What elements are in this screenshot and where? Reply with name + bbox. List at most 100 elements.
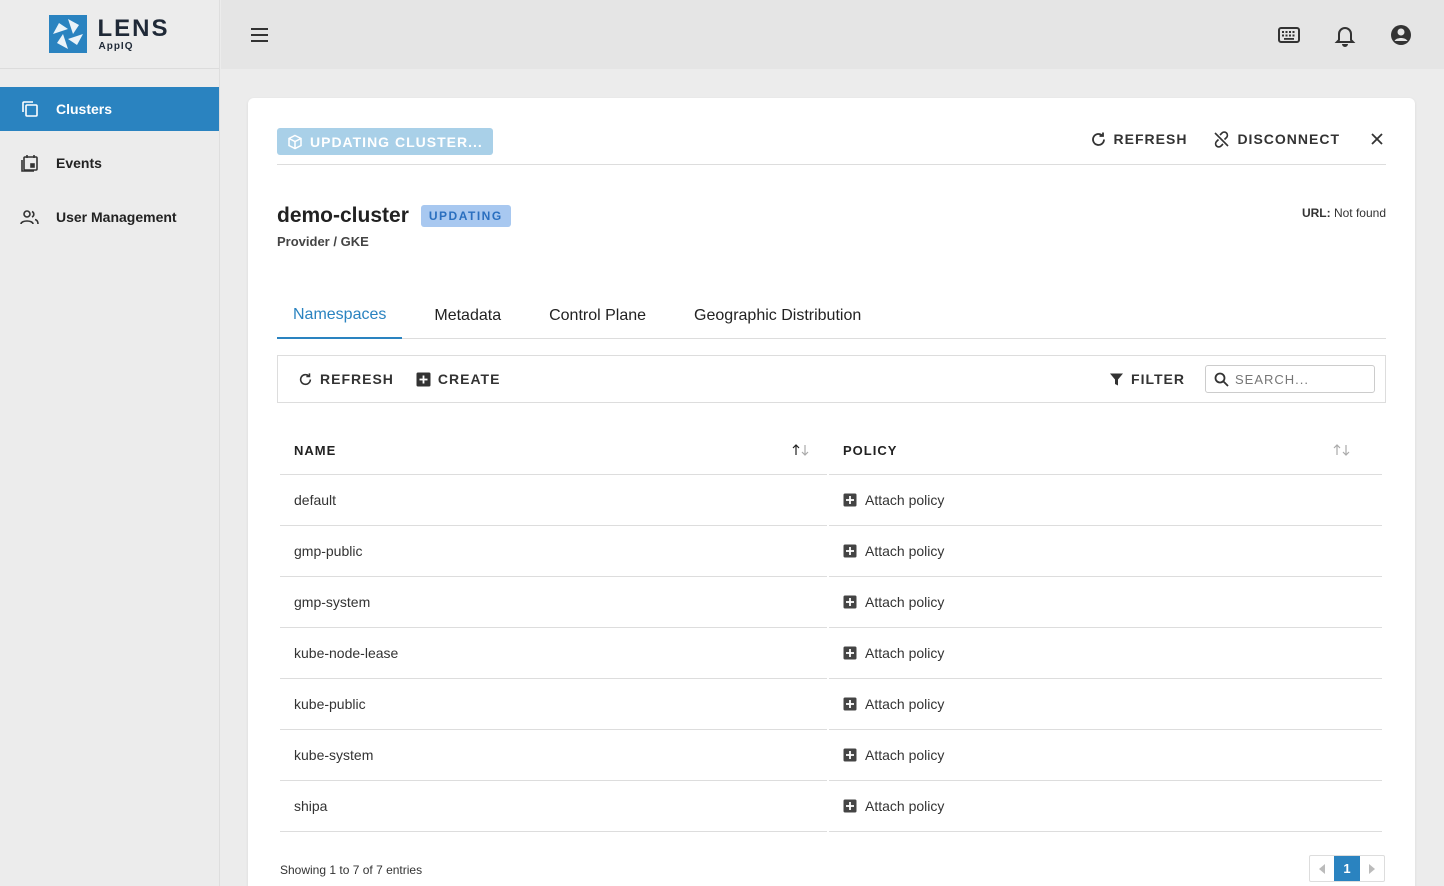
sidebar-item-label: Clusters (56, 101, 113, 117)
entries-info: Showing 1 to 7 of 7 entries (280, 863, 423, 877)
sidebar-item-clusters[interactable]: Clusters (0, 87, 219, 131)
policy-cell: Attach policy (829, 679, 1382, 730)
add-box-icon (843, 799, 857, 813)
attach-policy-button[interactable]: Attach policy (843, 747, 1382, 763)
url-value: Not found (1333, 206, 1386, 220)
tab-metadata[interactable]: Metadata (418, 293, 517, 339)
account-circle-icon[interactable] (1388, 22, 1414, 48)
tab-bar: Namespaces Metadata Control Plane Geogra… (277, 293, 1386, 339)
tab-geographic-distribution[interactable]: Geographic Distribution (678, 293, 877, 339)
tab-namespaces[interactable]: Namespaces (277, 293, 403, 339)
namespaces-refresh-button[interactable]: REFRESH (298, 371, 394, 387)
search-icon (1214, 372, 1229, 387)
cluster-detail-card: UPDATING CLUSTER... REFRESH DISCONNECT d… (248, 98, 1415, 886)
sort-icon[interactable] (1332, 444, 1352, 456)
table-header-row: NAME POLICY (280, 426, 1382, 475)
add-box-icon (843, 748, 857, 762)
namespaces-table: NAME POLICY default Attach policy gmp-publ… (278, 426, 1384, 832)
namespace-name: kube-node-lease (280, 628, 827, 679)
logo[interactable]: LENS AppIQ (0, 0, 219, 69)
attach-policy-label: Attach policy (865, 696, 945, 712)
filter-label: FILTER (1131, 371, 1185, 387)
attach-policy-label: Attach policy (865, 747, 945, 763)
namespace-name: shipa (280, 781, 827, 832)
users-icon (20, 210, 39, 225)
close-icon[interactable] (1368, 130, 1386, 148)
attach-policy-button[interactable]: Attach policy (843, 543, 1382, 559)
add-box-icon (843, 697, 857, 711)
status-badge: UPDATING (420, 205, 511, 227)
logo-title: LENS (97, 14, 170, 42)
next-page-button[interactable] (1360, 856, 1384, 881)
table-row[interactable]: kube-node-lease Attach policy (280, 628, 1382, 679)
sidebar-nav: Clusters Events User Management (0, 87, 219, 239)
attach-policy-button[interactable]: Attach policy (843, 798, 1382, 814)
chevron-left-icon (1319, 863, 1325, 874)
link-off-icon (1214, 130, 1230, 148)
attach-policy-label: Attach policy (865, 645, 945, 661)
namespace-name: gmp-public (280, 526, 827, 577)
keyboard-icon[interactable] (1276, 22, 1302, 48)
table-row[interactable]: gmp-public Attach policy (280, 526, 1382, 577)
namespace-name: kube-public (280, 679, 827, 730)
sidebar: LENS AppIQ Clusters Events User Manageme… (0, 0, 220, 886)
attach-policy-button[interactable]: Attach policy (843, 594, 1382, 610)
cluster-title-row: demo-cluster UPDATING (277, 204, 511, 228)
filter-button[interactable]: FILTER (1109, 371, 1185, 387)
namespace-name: kube-system (280, 730, 827, 781)
attach-policy-button[interactable]: Attach policy (843, 645, 1382, 661)
namespace-name: default (280, 475, 827, 526)
attach-policy-button[interactable]: Attach policy (843, 492, 1382, 508)
add-box-icon (843, 646, 857, 660)
policy-cell: Attach policy (829, 781, 1382, 832)
sidebar-item-label: Events (56, 155, 102, 171)
calendar-icon (21, 155, 38, 172)
sidebar-item-user-management[interactable]: User Management (0, 195, 219, 239)
disconnect-button[interactable]: DISCONNECT (1213, 130, 1340, 148)
tab-control-plane[interactable]: Control Plane (533, 293, 662, 339)
refresh-icon (1091, 132, 1105, 146)
column-header-name[interactable]: NAME (280, 426, 827, 475)
column-header-policy[interactable]: POLICY (829, 426, 1382, 475)
search-input[interactable] (1235, 371, 1365, 387)
refresh-label: REFRESH (320, 371, 394, 387)
table-row[interactable]: shipa Attach policy (280, 781, 1382, 832)
attach-policy-label: Attach policy (865, 543, 945, 559)
add-box-icon (843, 595, 857, 609)
search-box[interactable] (1205, 365, 1375, 393)
create-button[interactable]: CREATE (416, 371, 501, 387)
menu-icon[interactable] (249, 25, 271, 45)
header-refresh-button[interactable]: REFRESH (1090, 131, 1188, 148)
prev-page-button[interactable] (1310, 856, 1334, 881)
add-box-icon (416, 372, 431, 386)
sort-asc-icon[interactable] (791, 444, 811, 456)
provider-label: Provider / GKE (277, 234, 369, 249)
attach-policy-button[interactable]: Attach policy (843, 696, 1382, 712)
policy-cell: Attach policy (829, 526, 1382, 577)
policy-cell: Attach policy (829, 730, 1382, 781)
table-row[interactable]: default Attach policy (280, 475, 1382, 526)
page-button[interactable]: 1 (1334, 856, 1360, 881)
table-row[interactable]: kube-system Attach policy (280, 730, 1382, 781)
create-label: CREATE (437, 371, 501, 387)
table-body: default Attach policy gmp-public Attach pol… (280, 475, 1382, 832)
bell-icon[interactable] (1332, 22, 1358, 48)
refresh-label: REFRESH (1113, 131, 1188, 147)
add-box-icon (843, 493, 857, 507)
attach-policy-label: Attach policy (865, 492, 945, 508)
policy-cell: Attach policy (829, 475, 1382, 526)
clusters-icon (22, 101, 38, 117)
pagination: 1 (1309, 855, 1385, 882)
table-row[interactable]: gmp-system Attach policy (280, 577, 1382, 628)
refresh-icon (299, 372, 312, 385)
cluster-name: demo-cluster (277, 204, 409, 227)
table-row[interactable]: kube-public Attach policy (280, 679, 1382, 730)
sidebar-item-label: User Management (56, 209, 177, 225)
sidebar-item-events[interactable]: Events (0, 141, 219, 185)
url-label: URL: (1301, 206, 1331, 220)
status-button-label: UPDATING CLUSTER... (310, 133, 483, 150)
policy-cell: Attach policy (829, 577, 1382, 628)
updating-cluster-button[interactable]: UPDATING CLUSTER... (277, 128, 493, 155)
card-header: UPDATING CLUSTER... REFRESH DISCONNECT (277, 128, 1386, 165)
logo-subtitle: AppIQ (98, 40, 134, 52)
